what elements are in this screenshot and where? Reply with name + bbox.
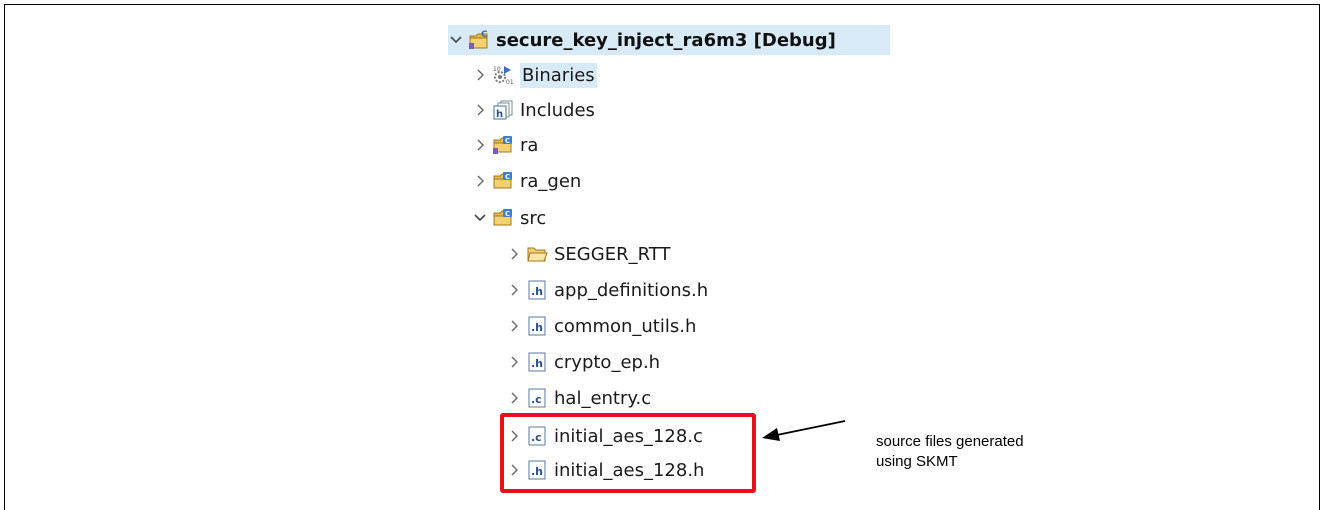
- annotation-line-2: using SKMT: [876, 453, 958, 470]
- annotation-arrow: [762, 420, 846, 441]
- annotation-line-1: source files generated: [876, 433, 1024, 450]
- annotation-text: source files generated using SKMT: [876, 432, 1024, 472]
